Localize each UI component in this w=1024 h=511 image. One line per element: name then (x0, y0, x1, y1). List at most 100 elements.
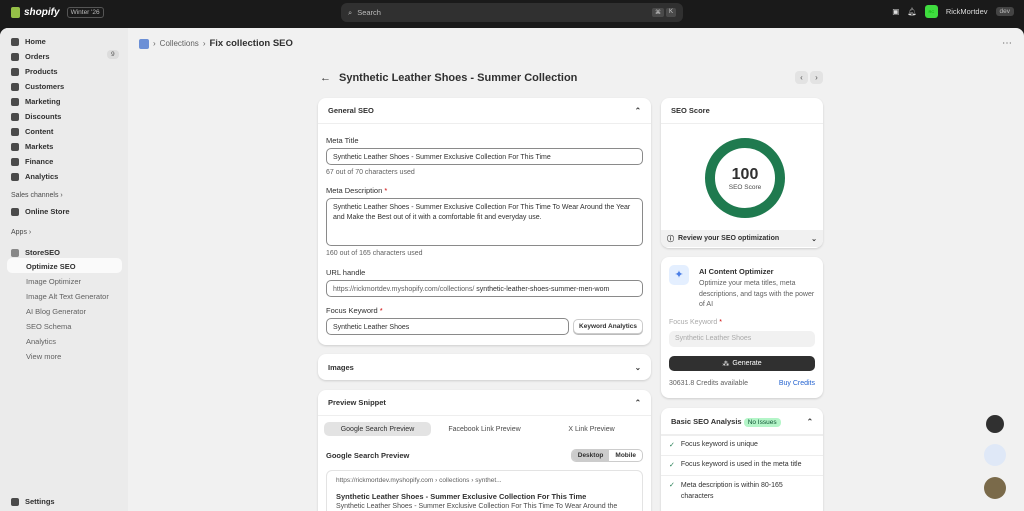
sidebar-item-online-store[interactable]: Online Store (11, 207, 70, 216)
brand: shopify (24, 7, 60, 18)
support-avatar[interactable] (984, 477, 1006, 499)
label: Markets (25, 142, 54, 151)
user-name[interactable]: RickMortdev (946, 7, 988, 16)
sidebar-item-seo-schema[interactable]: SEO Schema (26, 322, 71, 331)
sales-channels-heading[interactable]: Sales channels › (11, 192, 63, 199)
breadcrumb-collections[interactable]: Collections (160, 39, 199, 48)
sidebar-item-content[interactable]: Content (11, 127, 53, 136)
breadcrumb-current: Fix collection SEO (209, 38, 293, 49)
preview-crumb: synthet... (475, 477, 502, 484)
sidebar-item-home[interactable]: Home (11, 37, 46, 46)
avatar[interactable]: RC (924, 5, 938, 18)
sidebar-item-ai-blog[interactable]: AI Blog Generator (26, 307, 86, 316)
search-input[interactable]: ⌕ Search ⌘ K (341, 3, 683, 22)
check-text: Focus keyword is unique (680, 441, 758, 448)
back-arrow-icon[interactable]: ← (320, 72, 331, 84)
sidebar-item-app-analytics[interactable]: Analytics (26, 337, 56, 346)
more-actions-icon[interactable]: ⋯ (1002, 38, 1012, 49)
next-icon[interactable]: › (810, 71, 823, 84)
focus-keyword-input[interactable]: Synthetic Leather Shoes (326, 318, 569, 335)
label: Discounts (25, 112, 62, 121)
search-placeholder: Search (357, 8, 381, 17)
label: StoreSEO (25, 248, 61, 257)
apps-heading[interactable]: Apps › (11, 229, 31, 236)
label: Content (25, 127, 54, 136)
chat-bot-icon[interactable] (984, 444, 1006, 466)
preview-description: Synthetic Leather Shoes - Summer Exclusi… (336, 503, 618, 510)
sidebar-item-markets[interactable]: Markets (11, 142, 53, 151)
generate-button[interactable]: ⁂ Generate (669, 356, 815, 371)
images-card[interactable]: Images ⌄ (318, 354, 651, 380)
info-icon: ⓘ (667, 235, 674, 243)
sidebar-item-optimize-seo[interactable]: Optimize SEO (26, 262, 76, 271)
quick-action-icon[interactable] (986, 415, 1004, 433)
label: Online Store (25, 207, 70, 216)
store-icon[interactable]: ▣ (892, 7, 899, 16)
bell-icon[interactable]: 🔔︎ (907, 7, 917, 16)
meta-description-textarea[interactable]: Synthetic Leather Shoes - Summer Exclusi… (326, 198, 643, 246)
sidebar-item-marketing[interactable]: Marketing (11, 97, 60, 106)
label: Marketing (25, 97, 61, 106)
sidebar-item-analytics[interactable]: Analytics (11, 172, 58, 181)
chevron-down-icon: ⌄ (811, 235, 817, 243)
meta-desc-label: Meta Description (326, 186, 383, 195)
url-handle-input[interactable]: https://rickmortdev.myshopify.com/collec… (326, 280, 643, 297)
sidebar-item-finance[interactable]: Finance (11, 157, 53, 166)
sidebar-item-orders[interactable]: Orders (11, 52, 50, 61)
chevron-up-icon[interactable]: ⌃ (635, 106, 641, 115)
url-handle-label: URL handle (326, 268, 366, 277)
google-preview: https://rickmortdev.myshopify.com › coll… (326, 470, 643, 511)
sidebar-item-view-more[interactable]: View more (26, 352, 61, 361)
top-bar: shopify Winter '26 ⌕ Search ⌘ K ▣ 🔔︎ RC RickMor… (0, 0, 1024, 26)
seo-score-card: SEO Score 100 SEO Score ⓘ Review your SEO … (661, 98, 823, 248)
app-icon (139, 38, 149, 49)
chevron-up-icon[interactable]: ⌃ (635, 398, 641, 407)
prev-icon[interactable]: ‹ (795, 71, 808, 84)
chart-icon (11, 172, 19, 181)
desktop-toggle[interactable]: Desktop (571, 450, 610, 461)
storeseo-icon (11, 248, 19, 257)
buy-credits-link[interactable]: Buy Credits (779, 380, 815, 387)
sidebar-item-image-optimizer[interactable]: Image Optimizer (26, 277, 81, 286)
sidebar-item-discounts[interactable]: Discounts (11, 112, 61, 121)
check-item: ✓ Focus keyword is used in the meta title (661, 455, 823, 475)
sidebar-item-products[interactable]: Products (11, 67, 58, 76)
card-title: Images (328, 362, 354, 372)
meta-desc-help: 160 out of 165 characters used (326, 250, 423, 257)
check-icon: ✓ (669, 462, 675, 469)
tab-x[interactable]: X Link Preview (538, 422, 645, 436)
search-icon: ⌕ (348, 7, 353, 17)
card-title: General SEO (328, 106, 374, 115)
sparkle-icon: ✦ (669, 265, 689, 285)
orders-icon (11, 52, 19, 61)
ai-focus-input[interactable]: Synthetic Leather Shoes (669, 331, 815, 347)
label: Analytics (25, 172, 59, 181)
keyword-analytics-button[interactable]: Keyword Analytics (573, 319, 643, 334)
tab-google[interactable]: Google Search Preview (324, 422, 431, 436)
gear-icon (11, 497, 19, 506)
meta-title-input[interactable]: Synthetic Leather Shoes - Summer Exclusi… (326, 148, 643, 165)
ai-description: Optimize your meta titles, meta descript… (699, 280, 815, 308)
check-item: ✓ Focus keyword is unique (661, 435, 823, 455)
chevron-up-icon[interactable]: ⌃ (807, 417, 813, 426)
check-icon: ✓ (669, 442, 675, 449)
preview-url: https://rickmortdev.myshopify.com (336, 477, 434, 484)
basic-seo-analysis-card: Basic SEO Analysis No Issues ⌃ ✓ Focus key… (661, 408, 823, 511)
sidebar-item-alt-text[interactable]: Image Alt Text Generator (26, 292, 109, 301)
sparkle-icon: ⁂ (722, 360, 730, 368)
sidebar-item-customers[interactable]: Customers (11, 82, 64, 91)
chevron-down-icon[interactable]: ⌄ (635, 363, 641, 372)
ai-focus-label: Focus Keyword (669, 319, 718, 326)
shopify-logo[interactable]: shopify Winter '26 (11, 7, 104, 18)
label: Home (25, 37, 46, 46)
review-optimization-toggle[interactable]: ⓘ Review your SEO optimization ⌄ (661, 230, 823, 247)
mobile-toggle[interactable]: Mobile (609, 450, 642, 461)
tab-facebook[interactable]: Facebook Link Preview (431, 422, 538, 436)
kbd-k: K (665, 8, 676, 17)
target-icon (11, 97, 19, 106)
sidebar-item-settings[interactable]: Settings (11, 497, 55, 506)
sidebar-item-storeseo[interactable]: StoreSEO (11, 248, 60, 257)
check-icon: ✓ (669, 482, 675, 489)
label: Settings (25, 497, 55, 506)
preview-snippet-card: Preview Snippet ⌃ Google Search Preview Fa… (318, 390, 651, 511)
